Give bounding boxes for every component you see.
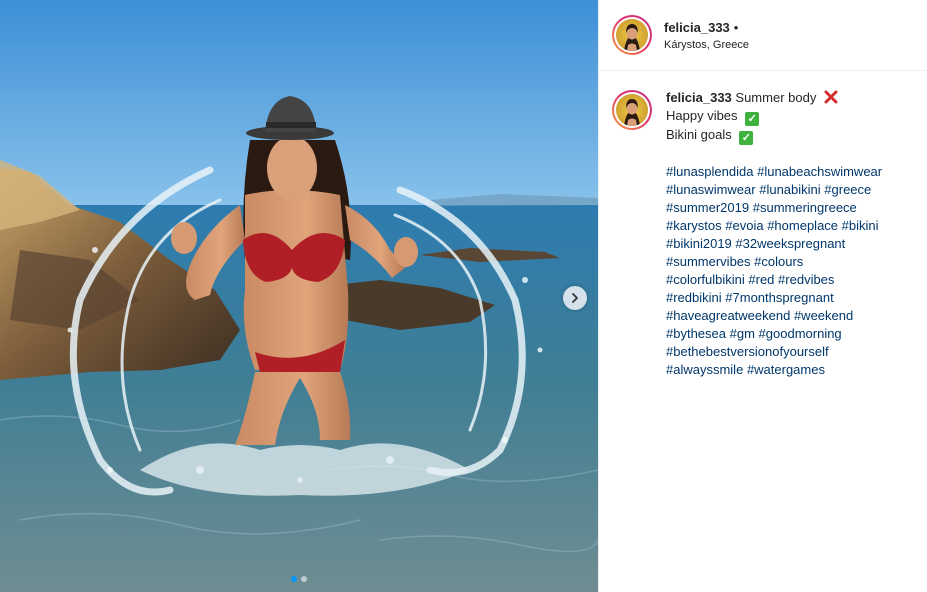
- hashtag-link[interactable]: #bikini: [842, 218, 879, 233]
- hashtag-link[interactable]: #7monthspregnant: [725, 290, 833, 305]
- post-photo[interactable]: [0, 0, 598, 592]
- hashtag-link[interactable]: #redvibes: [778, 272, 834, 287]
- check-mark-icon: ✓: [739, 131, 754, 145]
- hashtag-link[interactable]: #goodmorning: [759, 326, 842, 341]
- hashtag-link[interactable]: #colours: [754, 254, 803, 269]
- hashtag-line: #karystos #evoia #homeplace #bikini: [666, 217, 882, 235]
- hashtag-link[interactable]: #summer2019: [666, 200, 749, 215]
- caption-line-1: felicia_333 Summer body: [666, 89, 882, 107]
- beach-photo: [0, 0, 598, 592]
- hashtag-link[interactable]: #summeringreece: [753, 200, 857, 215]
- carousel-dot-active: [291, 576, 297, 582]
- avatar-frame: [614, 92, 650, 128]
- hashtag-line: #haveagreatweekend #weekend: [666, 307, 882, 325]
- name-row: felicia_333 •: [664, 20, 749, 35]
- hashtag-list: #lunasplendida #lunabeachswimwear #lunasw…: [666, 163, 882, 379]
- hashtag-link[interactable]: #greece: [824, 182, 871, 197]
- hashtag-link[interactable]: #gm: [730, 326, 755, 341]
- caption-line-2-text: Happy vibes: [666, 108, 738, 123]
- hashtag-line: #alwayssmile #watergames: [666, 361, 882, 379]
- chevron-right-icon: [572, 293, 578, 303]
- hashtag-link[interactable]: #bethebestversionofyourself: [666, 344, 829, 359]
- hashtag-line: #summer2019 #summeringreece: [666, 199, 882, 217]
- post-sidebar: felicia_333 • Kárystos, Greece felicia_3…: [598, 0, 927, 592]
- hashtag-line: #bikini2019 #32weekspregnant: [666, 235, 882, 253]
- hashtag-line: #colorfulbikini #red #redvibes: [666, 271, 882, 289]
- separator-bullet: •: [733, 19, 739, 35]
- hashtag-link[interactable]: #summervibes: [666, 254, 751, 269]
- avatar-frame: [614, 17, 650, 53]
- hashtag-link[interactable]: #homeplace: [767, 218, 838, 233]
- hashtag-link[interactable]: #32weekspregnant: [735, 236, 845, 251]
- hashtag-link[interactable]: #colorfulbikini: [666, 272, 745, 287]
- caption-line-2: Happy vibes ✓: [666, 107, 882, 126]
- hashtag-link[interactable]: #lunasplendida: [666, 164, 753, 179]
- hashtag-link[interactable]: #alwayssmile: [666, 362, 743, 377]
- username-link[interactable]: felicia_333: [664, 20, 730, 35]
- post-header: felicia_333 • Kárystos, Greece: [599, 0, 927, 71]
- hashtag-link[interactable]: #evoia: [725, 218, 763, 233]
- hashtag-link[interactable]: #lunabikini: [759, 182, 820, 197]
- hashtag-line: #lunasplendida #lunabeachswimwear: [666, 163, 882, 181]
- cross-mark-icon: [824, 90, 838, 104]
- profile-picture: [616, 19, 648, 51]
- carousel-dot: [301, 576, 307, 582]
- avatar[interactable]: [612, 15, 652, 55]
- hashtag-link[interactable]: #red: [748, 272, 774, 287]
- caption-avatar[interactable]: [612, 90, 652, 130]
- hashtag-link[interactable]: #karystos: [666, 218, 722, 233]
- caption-username-link[interactable]: felicia_333: [666, 90, 732, 105]
- instagram-post: felicia_333 • Kárystos, Greece felicia_3…: [0, 0, 927, 592]
- hashtag-link[interactable]: #bythesea: [666, 326, 726, 341]
- hashtag-line: #summervibes #colours: [666, 253, 882, 271]
- caption-section: felicia_333 Summer body Happy vibes ✓ Bi…: [599, 71, 927, 379]
- caption-line-3-text: Bikini goals: [666, 127, 732, 142]
- hashtag-line: #lunaswimwear #lunabikini #greece: [666, 181, 882, 199]
- hashtag-link[interactable]: #redbikini: [666, 290, 722, 305]
- hashtag-line: #bythesea #gm #goodmorning: [666, 325, 882, 343]
- caption-line-1-text: Summer body: [735, 90, 817, 105]
- hashtag-link[interactable]: #watergames: [747, 362, 825, 377]
- hashtag-link[interactable]: #lunaswimwear: [666, 182, 756, 197]
- next-photo-button[interactable]: [563, 286, 587, 310]
- caption-text: felicia_333 Summer body Happy vibes ✓ Bi…: [666, 89, 882, 379]
- location-link[interactable]: Kárystos, Greece: [664, 39, 749, 51]
- header-text: felicia_333 • Kárystos, Greece: [664, 20, 749, 51]
- hashtag-link[interactable]: #bikini2019: [666, 236, 732, 251]
- caption-line-3: Bikini goals ✓: [666, 126, 882, 145]
- hashtag-line: #redbikini #7monthspregnant: [666, 289, 882, 307]
- check-mark-icon: ✓: [745, 112, 760, 126]
- hashtag-link[interactable]: #haveagreatweekend: [666, 308, 790, 323]
- carousel-indicator: [0, 576, 598, 582]
- hashtag-link[interactable]: #weekend: [794, 308, 853, 323]
- hashtag-line: #bethebestversionofyourself: [666, 343, 882, 361]
- hashtag-link[interactable]: #lunabeachswimwear: [757, 164, 882, 179]
- profile-picture: [616, 94, 648, 126]
